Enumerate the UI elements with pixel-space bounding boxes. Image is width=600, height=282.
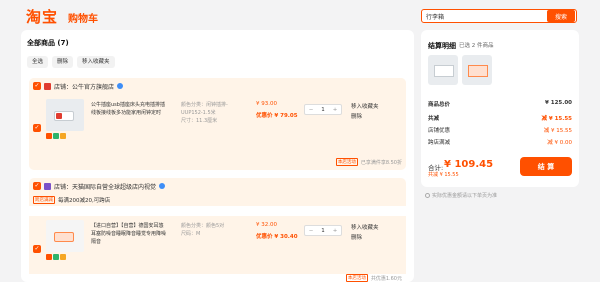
shop-footer: 本店活动 共优惠1.60元 — [345, 274, 402, 282]
shop-header: ✓ 店铺：天猫国际自营全球超级店内视觉 — [29, 178, 406, 194]
checkout-summary: 结算明细 已选 2 件商品 商品总价 ¥ 125.00 共减 减 ¥ 15.55… — [421, 30, 579, 187]
badge-icon — [46, 133, 52, 139]
badge-icon — [46, 254, 52, 260]
delete-link[interactable]: 删除 — [351, 112, 362, 120]
cart-panel: 全部商品 (7) 全选 删除 移入收藏夹 ✓ 店铺：公牛官方旗舰店 ✓ 公牛插座… — [21, 30, 414, 282]
promo-tag: 本店活动 — [335, 158, 358, 166]
summary-value: 减 ¥ 15.55 — [541, 116, 572, 122]
summary-row-cross-store[interactable]: 跨店满减 减 ¥ 0.00 — [428, 138, 572, 146]
item-discount-price: 优惠价 ¥ 30.40 — [256, 234, 298, 240]
move-to-favorites-link[interactable]: 移入收藏夹 — [351, 102, 379, 110]
selected-count: 已选 2 件商品 — [459, 43, 494, 49]
cart-toolbar: 全选 删除 移入收藏夹 — [27, 56, 115, 68]
decrease-button[interactable]: − — [305, 228, 317, 234]
promo-tag: 本店活动 — [345, 274, 368, 282]
increase-button[interactable]: + — [329, 107, 341, 113]
checkout-button[interactable]: 结 算 — [520, 157, 572, 176]
increase-button[interactable]: + — [329, 228, 341, 234]
summary-value: ¥ 125.00 — [545, 100, 572, 106]
product-image[interactable] — [46, 220, 84, 252]
promo-text: 每满200减20,可跨店 — [58, 198, 111, 204]
service-badges — [46, 254, 66, 260]
selected-thumbnails — [428, 55, 492, 85]
summary-value: 减 ¥ 0.00 — [547, 140, 572, 146]
move-to-favorites-link[interactable]: 移入收藏夹 — [351, 223, 379, 231]
promo-text: 已享满件享8.50折 — [360, 159, 402, 166]
info-icon — [425, 193, 430, 198]
total-value: ¥ 109.45 — [444, 159, 494, 170]
search-input[interactable] — [422, 12, 547, 20]
spec-color: 颜色分类：颜色5对 — [181, 223, 225, 229]
item-checkbox[interactable]: ✓ — [33, 245, 41, 253]
badge-icon — [53, 133, 59, 139]
taobao-logo[interactable]: 淘宝 — [26, 6, 58, 27]
cart-item: ✓ 【进口自营】【自营】德国安耳悠耳塞防噪音睡眠降音睡觉专用降噪隔音 颜色分类：… — [29, 216, 406, 274]
select-all-button[interactable]: 全选 — [27, 56, 49, 68]
cart-item: ✓ 公牛插座usb插座床头充电插排插线板接线板多功能家用闲钟定时 颜色分类：闲钟… — [29, 95, 406, 153]
item-price: ¥ 32.00 — [256, 222, 277, 228]
promo-text: 共优惠1.60元 — [370, 275, 402, 282]
cart-title: 全部商品 (7) — [27, 39, 69, 47]
service-badges — [46, 133, 66, 139]
summary-title: 结算明细 — [428, 42, 456, 50]
summary-row-discount: 共减 减 ¥ 15.55 — [428, 114, 572, 122]
shop-checkbox[interactable]: ✓ — [33, 82, 41, 90]
search-bar: 搜索 — [421, 9, 577, 23]
item-title[interactable]: 公牛插座usb插座床头充电插排插线板接线板多功能家用闲钟定时 — [91, 101, 168, 117]
shop-name[interactable]: 店铺：天猫国际自营全球超级店内视觉 — [54, 182, 156, 191]
shop-name[interactable]: 店铺：公牛官方旗舰店 — [54, 82, 114, 91]
shop-checkbox[interactable]: ✓ — [33, 182, 41, 190]
delete-button[interactable]: 删除 — [52, 56, 74, 68]
page-title: 购物车 — [68, 14, 98, 25]
shop-icon — [44, 82, 51, 90]
quantity-value[interactable]: 1 — [317, 228, 329, 234]
shop-card: ✓ 店铺：天猫国际自营全球超级店内视觉 跨店满减 每满200减20,可跨店 ✓ … — [29, 178, 406, 282]
item-checkbox[interactable]: ✓ — [33, 124, 41, 132]
decrease-button[interactable]: − — [305, 107, 317, 113]
item-spec[interactable]: 颜色分类：闲钟插排-UUP152-1.5米 尺寸：11.3厘米 — [181, 101, 241, 125]
search-button[interactable]: 搜索 — [547, 10, 575, 22]
item-title[interactable]: 【进口自营】【自营】德国安耳悠耳塞防噪音睡眠降音睡觉专用降噪隔音 — [91, 222, 168, 246]
shop-icon — [44, 182, 51, 190]
item-price: ¥ 93.00 — [256, 101, 277, 107]
quantity-stepper: − 1 + — [304, 104, 342, 115]
summary-label: 商品总价 — [428, 102, 451, 108]
shop-card: ✓ 店铺：公牛官方旗舰店 ✓ 公牛插座usb插座床头充电插排插线板接线板多功能家… — [29, 78, 406, 170]
shop-footer: 本店活动 已享满件享8.50折 — [335, 158, 402, 166]
badge-icon — [60, 133, 66, 139]
selected-product-thumb[interactable] — [462, 55, 492, 85]
badge-icon — [53, 254, 59, 260]
summary-row-shop-discount[interactable]: 店铺优惠 减 ¥ 15.55 — [428, 126, 572, 134]
quantity-value[interactable]: 1 — [317, 107, 329, 113]
move-to-favorites-button[interactable]: 移入收藏夹 — [77, 56, 115, 68]
promo-tag: 跨店满减 — [33, 196, 55, 204]
summary-label: 跨店满减 — [428, 140, 451, 146]
chat-icon[interactable] — [117, 83, 124, 89]
summary-value: 减 ¥ 15.55 — [543, 128, 572, 134]
cross-store-promo: 跨店满减 每满200减20,可跨店 — [29, 194, 406, 206]
badge-icon — [60, 254, 66, 260]
spec-size: 尺码：M — [181, 231, 201, 237]
item-spec[interactable]: 颜色分类：颜色5对 尺码：M — [181, 222, 241, 238]
note-text: 实际优惠金额请以下单页为准 — [432, 193, 498, 199]
quantity-stepper: − 1 + — [304, 225, 342, 236]
spec-size: 尺寸：11.3厘米 — [181, 118, 218, 124]
selected-product-thumb[interactable] — [428, 55, 458, 85]
product-image[interactable] — [46, 99, 84, 131]
summary-row-total: 商品总价 ¥ 125.00 — [428, 100, 572, 108]
item-discount-price: 优惠价 ¥ 79.05 — [256, 113, 298, 119]
summary-label: 店铺优惠 — [428, 128, 451, 134]
spec-color: 颜色分类：闲钟插排-UUP152-1.5米 — [181, 102, 228, 116]
delete-link[interactable]: 删除 — [351, 233, 362, 241]
summary-label: 共减 — [428, 116, 440, 122]
total-discount: 共减 ¥ 15.55 — [428, 172, 459, 178]
shop-header: ✓ 店铺：公牛官方旗舰店 — [29, 78, 406, 94]
price-note: 实际优惠金额请以下单页为准 — [425, 192, 497, 199]
chat-icon[interactable] — [159, 183, 166, 189]
